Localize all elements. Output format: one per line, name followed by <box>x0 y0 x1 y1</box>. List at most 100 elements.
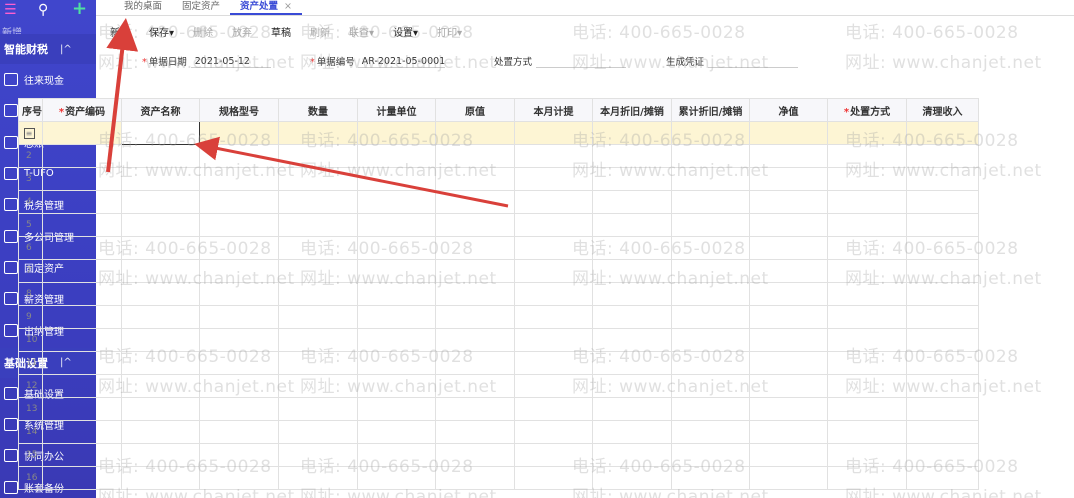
grid-cell[interactable] <box>435 443 515 467</box>
grid-cell[interactable] <box>906 420 979 444</box>
grid-cell[interactable] <box>435 420 515 444</box>
grid-cell[interactable] <box>435 466 515 490</box>
grid-cell[interactable] <box>121 420 200 444</box>
grid-cell[interactable] <box>42 167 122 191</box>
column-header[interactable]: 数量 <box>278 98 358 122</box>
grid-cell[interactable] <box>514 328 593 352</box>
grid-cell[interactable] <box>278 213 358 237</box>
grid-cell[interactable] <box>671 213 750 237</box>
table-row[interactable]: 9 <box>18 305 979 329</box>
grid-cell[interactable] <box>357 305 436 329</box>
column-header[interactable]: 本月折旧/摊销 <box>592 98 672 122</box>
grid-cell[interactable] <box>906 397 979 421</box>
grid-cell[interactable] <box>671 236 750 260</box>
grid-cell[interactable] <box>199 305 279 329</box>
grid-cell[interactable] <box>121 397 200 421</box>
grid-cell[interactable] <box>42 236 122 260</box>
grid-cell[interactable] <box>592 374 672 398</box>
draft-button[interactable]: 草稿 <box>271 24 291 39</box>
grid-cell[interactable] <box>906 374 979 398</box>
grid-cell[interactable] <box>906 443 979 467</box>
table-row[interactable]: 4 <box>18 190 979 214</box>
grid-cell[interactable] <box>357 144 436 168</box>
table-row[interactable]: 10 <box>18 328 979 352</box>
grid-cell[interactable] <box>278 259 358 283</box>
column-header[interactable]: 序号 <box>18 98 43 122</box>
tab-my-desktop[interactable]: 我的桌面 <box>114 0 172 15</box>
tab-asset-disposal[interactable]: 资产处置 × <box>230 0 303 15</box>
sidebar-item[interactable]: 往来现金 <box>0 64 96 95</box>
grid-cell[interactable] <box>671 443 750 467</box>
row-number-cell[interactable]: 15 <box>18 443 43 467</box>
link-query-button[interactable]: 联查▾ <box>349 24 374 39</box>
table-row[interactable]: 2 <box>18 144 979 168</box>
grid-cell[interactable] <box>42 144 122 168</box>
doc-date-input[interactable]: 2021-05-12 <box>190 56 271 68</box>
grid-cell[interactable] <box>357 259 436 283</box>
discard-button[interactable]: 放弃 <box>232 24 252 39</box>
grid-cell[interactable] <box>357 190 436 214</box>
grid-cell[interactable] <box>435 328 515 352</box>
grid-cell[interactable] <box>906 144 979 168</box>
table-row[interactable]: 11 <box>18 351 979 375</box>
grid-cell[interactable] <box>827 282 907 306</box>
column-header[interactable]: 资产名称 <box>121 98 200 122</box>
grid-cell[interactable] <box>278 443 358 467</box>
column-header[interactable]: *处置方式 <box>827 98 907 122</box>
grid-cell[interactable] <box>357 236 436 260</box>
grid-cell[interactable] <box>42 213 122 237</box>
table-row[interactable]: 8 <box>18 282 979 306</box>
grid-cell[interactable] <box>121 443 200 467</box>
grid-cell[interactable] <box>827 328 907 352</box>
row-number-cell[interactable]: 3 <box>18 167 43 191</box>
grid-cell[interactable] <box>199 236 279 260</box>
grid-cell[interactable] <box>514 374 593 398</box>
row-number-cell[interactable]: 8 <box>18 282 43 306</box>
row-menu-icon[interactable]: ≡ <box>23 127 35 139</box>
grid-cell[interactable] <box>592 420 672 444</box>
grid-cell[interactable] <box>514 167 593 191</box>
grid-cell[interactable] <box>42 121 122 145</box>
grid-cell[interactable] <box>435 213 515 237</box>
grid-cell[interactable] <box>435 236 515 260</box>
row-number-cell[interactable]: 16 <box>18 466 43 490</box>
grid-cell[interactable] <box>121 121 200 145</box>
grid-cell[interactable] <box>906 167 979 191</box>
grid-cell[interactable] <box>671 397 750 421</box>
grid-cell[interactable] <box>749 351 828 375</box>
column-header[interactable]: 净值 <box>749 98 828 122</box>
grid-cell[interactable] <box>199 282 279 306</box>
row-number-cell[interactable]: 4 <box>18 190 43 214</box>
grid-cell[interactable] <box>278 351 358 375</box>
grid-cell[interactable] <box>121 328 200 352</box>
table-row[interactable]: 14 <box>18 420 979 444</box>
grid-cell[interactable] <box>592 167 672 191</box>
grid-cell[interactable] <box>827 167 907 191</box>
grid-cell[interactable] <box>199 328 279 352</box>
table-row[interactable]: 13 <box>18 397 979 421</box>
grid-cell[interactable] <box>827 305 907 329</box>
grid-cell[interactable] <box>199 374 279 398</box>
grid-cell[interactable] <box>592 351 672 375</box>
grid-cell[interactable] <box>671 351 750 375</box>
grid-cell[interactable] <box>357 443 436 467</box>
disposal-method-input[interactable] <box>536 67 627 68</box>
grid-cell[interactable] <box>906 121 979 145</box>
grid-cell[interactable] <box>514 397 593 421</box>
row-number-cell[interactable]: 9 <box>18 305 43 329</box>
print-button[interactable]: 打印▾ <box>437 24 462 39</box>
column-header[interactable]: 本月计提 <box>514 98 593 122</box>
grid-cell[interactable] <box>592 213 672 237</box>
grid-cell[interactable] <box>121 190 200 214</box>
grid-cell[interactable] <box>514 305 593 329</box>
grid-cell[interactable] <box>749 397 828 421</box>
grid-cell[interactable] <box>671 282 750 306</box>
grid-cell[interactable] <box>199 144 279 168</box>
grid-cell[interactable] <box>514 259 593 283</box>
grid-cell[interactable] <box>671 420 750 444</box>
grid-cell[interactable] <box>514 144 593 168</box>
grid-cell[interactable] <box>199 420 279 444</box>
grid-cell[interactable] <box>906 466 979 490</box>
grid-cell[interactable] <box>827 420 907 444</box>
grid-cell[interactable] <box>435 351 515 375</box>
